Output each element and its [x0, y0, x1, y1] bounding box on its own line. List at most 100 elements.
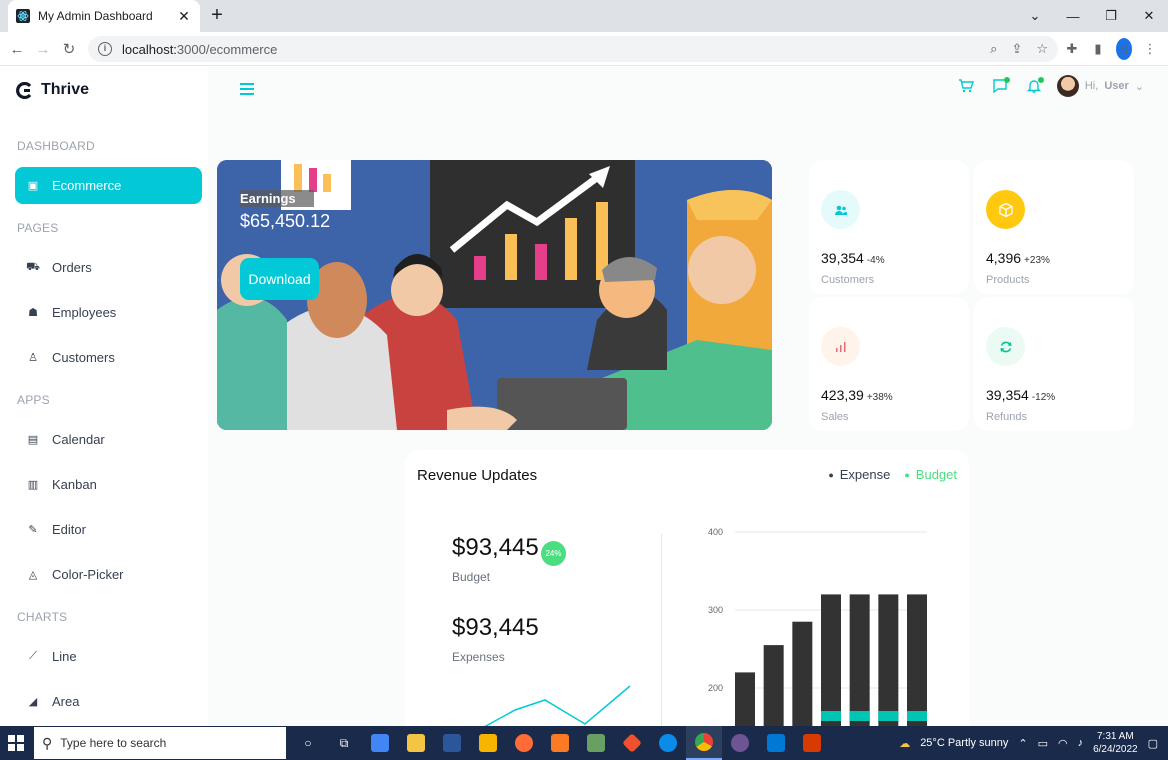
section-title-pages: PAGES — [17, 221, 59, 235]
clock[interactable]: 7:31 AM 6/24/2022 — [1093, 730, 1138, 756]
back-button[interactable]: ← — [6, 38, 28, 60]
office-icon[interactable] — [794, 726, 830, 760]
sidebar-item-calendar[interactable]: ▤ Calendar — [15, 421, 202, 458]
sidebar-item-line[interactable]: ⟋ Line — [15, 638, 202, 675]
sidebar-item-customers[interactable]: ♙ Customers — [15, 339, 202, 376]
sidebar: Thrive DASHBOARD ▣ Ecommerce PAGES ⛟ Ord… — [0, 67, 208, 726]
budget-legend-dot: ● — [904, 470, 910, 480]
extensions-icon[interactable]: ✚ — [1064, 38, 1080, 60]
y-tick-label: 300 — [708, 605, 723, 615]
download-button[interactable]: Download — [240, 258, 319, 300]
browser-tab[interactable]: My Admin Dashboard ✕ — [8, 0, 200, 32]
nodejs-icon[interactable] — [578, 726, 614, 760]
battery-icon[interactable]: ▭ — [1038, 737, 1048, 750]
bar-expense[interactable] — [763, 645, 784, 726]
shopping-cart-icon — [958, 79, 974, 93]
search-icon: ⚲ — [42, 734, 53, 751]
sidebar-item-employees[interactable]: ☗ Employees — [15, 294, 202, 331]
box-icon[interactable] — [986, 190, 1025, 229]
chrome-icon[interactable] — [686, 726, 722, 760]
notifications-icon[interactable]: ▢ — [1148, 737, 1158, 750]
cart-button[interactable] — [955, 75, 977, 97]
stat-card-products: 4,396 +23% Products — [974, 160, 1134, 294]
cortana-icon[interactable]: ○ — [290, 726, 326, 760]
notes-icon[interactable] — [470, 726, 506, 760]
bar-chart-icon[interactable] — [821, 327, 860, 366]
bar-budget[interactable] — [907, 711, 927, 721]
file-explorer-icon[interactable] — [398, 726, 434, 760]
side-panel-icon[interactable]: ▮ — [1090, 38, 1106, 60]
sidebar-item-label: Calendar — [52, 432, 105, 447]
url-host: localhost: — [122, 41, 177, 57]
y-tick-label: 400 — [708, 527, 723, 537]
sidebar-item-kanban[interactable]: ▥ Kanban — [15, 466, 202, 503]
sidebar-item-area[interactable]: ◢ Area — [15, 683, 202, 720]
chevron-up-icon[interactable]: ⌃ — [1018, 737, 1027, 750]
stat-card-refunds: 39,354 -12% Refunds — [974, 297, 1134, 431]
url-field[interactable]: i localhost:3000/ecommerce ⌕ ⇪ ☆ — [88, 36, 1058, 62]
edge-icon[interactable] — [650, 726, 686, 760]
reload-button[interactable]: ↻ — [58, 38, 80, 60]
taskbar-search-input[interactable]: ⚲ Type here to search — [34, 727, 286, 759]
people-icon: ☗ — [28, 307, 38, 319]
chevron-down-icon: ⌄ — [1134, 80, 1144, 93]
bar-budget[interactable] — [849, 711, 870, 721]
chat-button[interactable] — [989, 75, 1011, 97]
system-tray: ☁ 25°C Partly sunny ⌃ ▭ ◠ ♪ 7:31 AM 6/24… — [899, 726, 1158, 760]
forward-button[interactable]: → — [32, 38, 54, 60]
info-icon[interactable]: i — [98, 42, 112, 56]
xampp-icon[interactable] — [542, 726, 578, 760]
wifi-icon[interactable]: ◠ — [1058, 737, 1068, 750]
sidebar-item-color-picker[interactable]: ◬ Color-Picker — [15, 556, 202, 593]
bar-expense[interactable] — [735, 672, 755, 726]
bar-expense[interactable] — [907, 594, 927, 726]
vscode-icon[interactable] — [758, 726, 794, 760]
close-window-button[interactable]: ✕ — [1130, 0, 1168, 32]
cart-icon: ⛟ — [26, 260, 40, 273]
menu-kebab-icon[interactable]: ⋮ — [1142, 38, 1158, 60]
user-menu[interactable]: Hi, User ⌄ — [1056, 75, 1144, 97]
minimize-button[interactable]: — — [1054, 0, 1092, 32]
window-controls: ⌄ — ❐ ✕ — [1016, 0, 1168, 32]
new-tab-button[interactable]: + — [206, 4, 228, 26]
store-icon[interactable] — [362, 726, 398, 760]
chevron-down-icon[interactable]: ⌄ — [1016, 0, 1054, 32]
bar-expense[interactable] — [878, 594, 899, 726]
share-icon[interactable]: ⇪ — [1011, 41, 1022, 57]
bar-budget[interactable] — [821, 711, 841, 721]
restore-button[interactable]: ❐ — [1092, 0, 1130, 32]
bar-expense[interactable] — [792, 621, 813, 726]
close-tab-icon[interactable]: ✕ — [176, 8, 192, 25]
sidebar-item-orders[interactable]: ⛟ Orders — [15, 249, 202, 286]
color-picker-icon: ◬ — [28, 569, 38, 581]
bar-expense[interactable] — [849, 594, 870, 726]
sidebar-item-ecommerce[interactable]: ▣ Ecommerce — [15, 167, 202, 204]
calendar-icon: ▤ — [27, 434, 39, 446]
windows-start-icon[interactable] — [8, 735, 24, 751]
git-icon[interactable] — [614, 726, 650, 760]
stat-value: 39,354 — [986, 387, 1029, 403]
bar-budget[interactable] — [878, 711, 899, 721]
refresh-icon[interactable] — [986, 327, 1025, 366]
notification-button[interactable] — [1023, 75, 1045, 97]
sidebar-item-editor[interactable]: ✎ Editor — [15, 511, 202, 548]
bookmark-star-icon[interactable]: ☆ — [1036, 41, 1048, 57]
github-icon[interactable] — [722, 726, 758, 760]
edit-icon: ✎ — [28, 524, 38, 536]
task-view-icon[interactable]: ⧉ — [326, 726, 362, 760]
clock-date: 6/24/2022 — [1093, 744, 1138, 755]
customers-icon[interactable] — [821, 190, 860, 229]
menu-toggle-icon[interactable] — [240, 83, 254, 97]
stat-label: Customers — [821, 274, 875, 286]
postman-icon[interactable] — [506, 726, 542, 760]
profile-avatar[interactable]: S — [1116, 38, 1132, 60]
word-icon[interactable] — [434, 726, 470, 760]
weather-text[interactable]: 25°C Partly sunny — [920, 737, 1008, 749]
bar-expense[interactable] — [821, 594, 841, 726]
volume-icon[interactable]: ♪ — [1078, 737, 1084, 749]
budget-label: Budget — [452, 570, 491, 584]
stat-change: +23% — [1024, 255, 1050, 266]
brand[interactable]: Thrive — [16, 81, 89, 99]
section-title-charts: CHARTS — [17, 610, 68, 624]
zoom-icon[interactable]: ⌕ — [990, 41, 997, 57]
